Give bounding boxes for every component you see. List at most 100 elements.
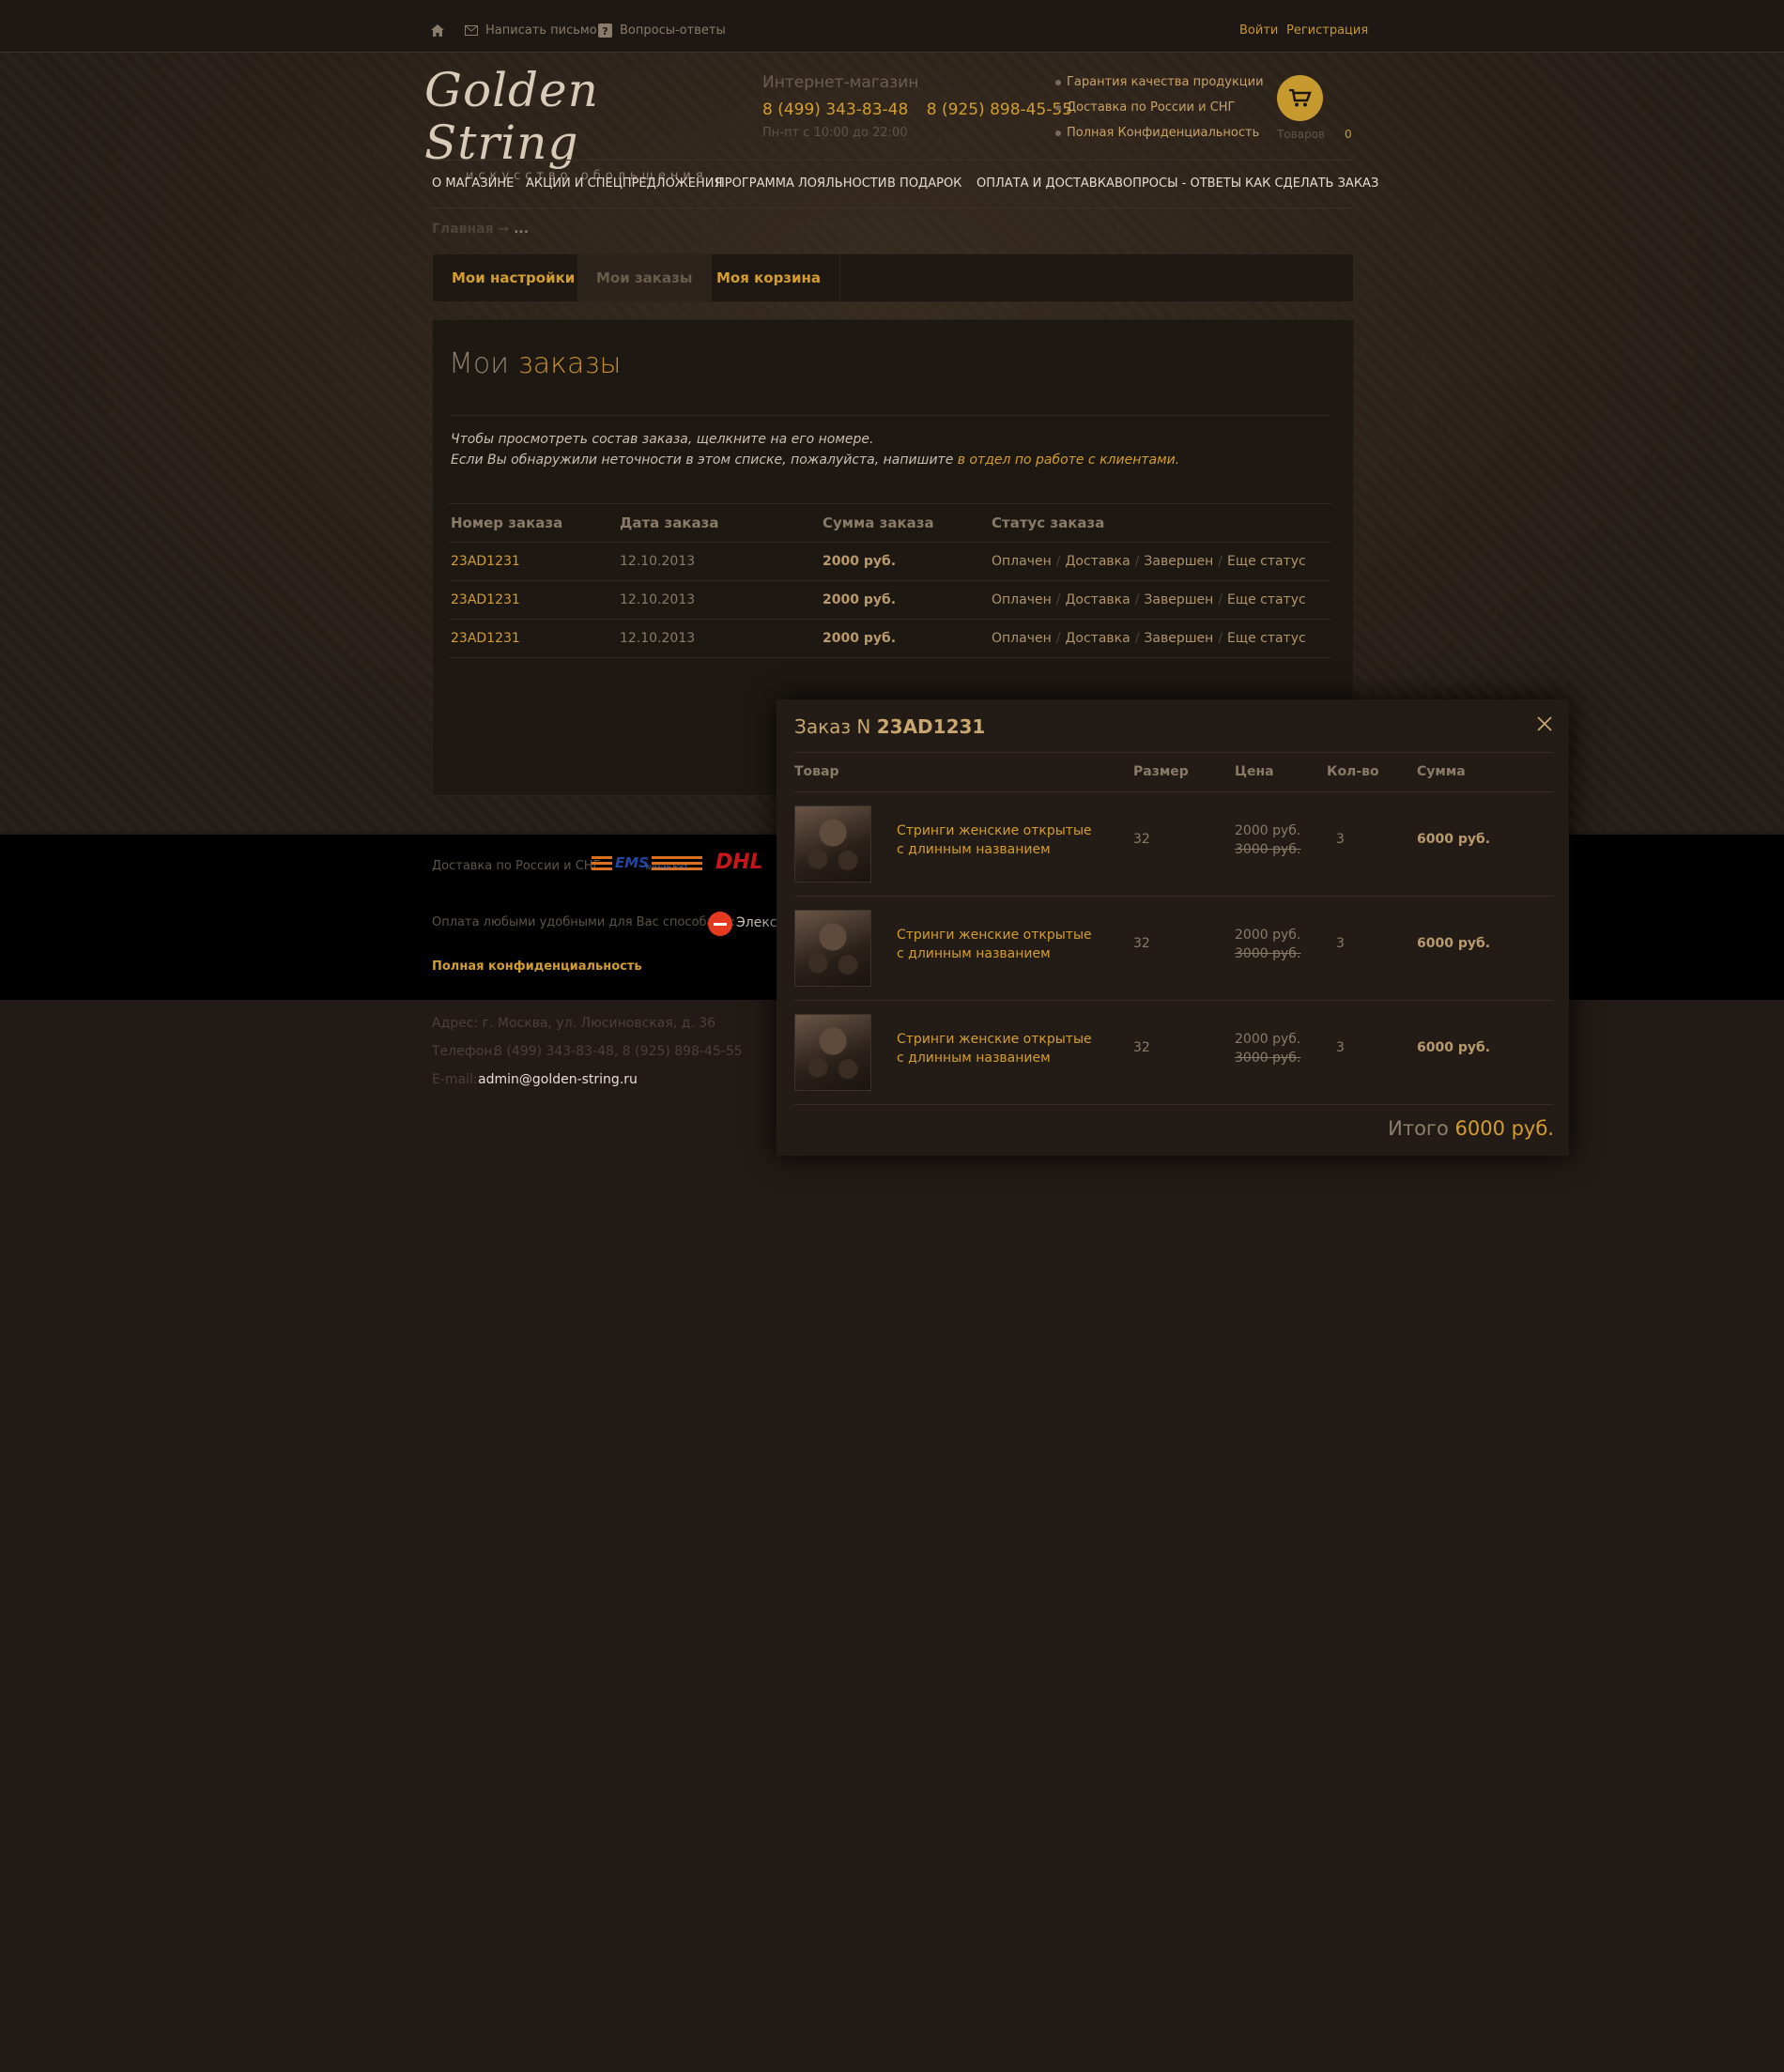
- order-total: Итого 6000 руб.: [1371, 1117, 1554, 1140]
- divider: [449, 503, 1331, 504]
- status-sep: /: [1218, 631, 1223, 646]
- nav-item-payment-delivery[interactable]: ОПЛАТА И ДОСТАВКА: [977, 177, 1115, 191]
- order-number-link[interactable]: 23AD1231: [451, 592, 520, 607]
- status-paid[interactable]: Оплачен: [992, 592, 1052, 607]
- order-sum: 2000 руб.: [823, 554, 897, 569]
- order-total-label: Итого: [1388, 1117, 1455, 1140]
- product-name-line: Стринги женские открытые: [897, 823, 1092, 838]
- guarantee-label: Доставка по России и СНГ: [1067, 100, 1236, 115]
- order-status: Оплачен / Доставка / Завершен / Еще статус: [992, 592, 1306, 607]
- order-date: 12.10.2013: [620, 631, 696, 646]
- status-sep: /: [1134, 631, 1140, 646]
- breadcrumb-current: ...: [514, 222, 530, 237]
- product-size: 32: [1133, 832, 1150, 847]
- column-header-price: Цена: [1235, 764, 1274, 779]
- breadcrumb-home[interactable]: Главная: [432, 222, 494, 237]
- order-number-link[interactable]: 23AD1231: [451, 631, 520, 646]
- status-delivery[interactable]: Доставка: [1065, 631, 1130, 646]
- footer-email-label: E-mail:: [432, 1072, 478, 1087]
- privacy-link[interactable]: Полная конфиденциальность: [432, 959, 642, 974]
- product-name-link[interactable]: Стринги женские открытые с длинным назва…: [897, 926, 1092, 963]
- orders-note: Если Вы обнаружили неточности в этом спи…: [451, 453, 1179, 468]
- phone-1: 8 (499) 343-83-48: [762, 100, 909, 119]
- status-completed[interactable]: Завершен: [1144, 554, 1213, 569]
- logo[interactable]: Golden String искусство обольщения: [424, 64, 725, 183]
- column-header-size: Размер: [1133, 764, 1189, 779]
- cart-count: 0: [1345, 128, 1352, 141]
- bullet-icon: [1055, 130, 1061, 136]
- product-size: 32: [1133, 1040, 1150, 1055]
- guarantee-label: Полная Конфиденциальность: [1067, 126, 1260, 140]
- modal-order-number: 23AD1231: [876, 715, 986, 738]
- column-header-product: Товар: [794, 764, 839, 779]
- breadcrumb: Главная → ...: [432, 222, 529, 237]
- status-sep: /: [1218, 554, 1223, 569]
- nav-item-loyalty[interactable]: ПРОГРАММА ЛОЯЛЬНОСТИ: [715, 177, 886, 191]
- status-completed[interactable]: Завершен: [1144, 592, 1213, 607]
- close-icon[interactable]: [1536, 715, 1553, 732]
- svg-text:?: ?: [602, 25, 607, 38]
- cart-icon: [1289, 89, 1312, 107]
- order-status: Оплачен / Доставка / Завершен / Еще статус: [992, 631, 1306, 646]
- register-link[interactable]: Регистрация: [1286, 23, 1368, 39]
- bullet-icon: [1055, 104, 1061, 111]
- product-thumbnail[interactable]: [794, 910, 871, 987]
- home-icon[interactable]: [431, 24, 444, 37]
- divider: [794, 896, 1553, 897]
- guarantee-label: Гарантия качества продукции: [1067, 75, 1264, 89]
- product-name-line: с длинным названием: [897, 842, 1051, 857]
- product-name-link[interactable]: Стринги женские открытые с длинным назва…: [897, 821, 1092, 859]
- product-thumbnail[interactable]: [794, 806, 871, 883]
- column-header-sum: Сумма: [1417, 764, 1466, 779]
- footer-phone: 8 (499) 343-83-48, 8 (925) 898-45-55: [494, 1044, 743, 1059]
- status-sep: /: [1055, 631, 1061, 646]
- nav-item-promotions[interactable]: АКЦИИ И СПЕЦПРЕДЛОЖЕНИЯ: [526, 177, 723, 191]
- main-nav: О МАГАЗИНЕ АКЦИИ И СПЕЦПРЕДЛОЖЕНИЯ ПРОГР…: [432, 160, 1378, 208]
- product-name-line: Стринги женские открытые: [897, 1032, 1092, 1047]
- footer-email-link[interactable]: admin@golden-string.ru: [478, 1072, 638, 1087]
- status-paid[interactable]: Оплачен: [992, 554, 1052, 569]
- order-number-link[interactable]: 23AD1231: [451, 554, 520, 569]
- product-thumbnail[interactable]: [794, 1014, 871, 1091]
- breadcrumb-sep: →: [493, 222, 515, 237]
- nav-item-gift[interactable]: В ПОДАРОК: [887, 177, 961, 191]
- divider: [449, 580, 1331, 581]
- working-hours: Пн-пт с 10:00 до 22:00: [762, 126, 908, 140]
- tab-cart[interactable]: Моя корзина: [698, 254, 841, 301]
- login-link[interactable]: Войти: [1239, 23, 1278, 39]
- product-name-link[interactable]: Стринги женские открытые с длинным назва…: [897, 1030, 1092, 1067]
- nav-item-faq[interactable]: ВОПРОСЫ - ОТВЕТЫ: [1115, 177, 1241, 191]
- price-current: 2000 руб.: [1235, 1032, 1301, 1047]
- order-date: 12.10.2013: [620, 592, 696, 607]
- nav-item-how-to-order[interactable]: КАК СДЕЛАТЬ ЗАКАЗ: [1245, 177, 1378, 191]
- tab-settings[interactable]: Мои настройки: [433, 254, 595, 301]
- cart-button[interactable]: [1277, 75, 1323, 121]
- column-header-order-status: Статус заказа: [992, 514, 1105, 531]
- price-old: 3000 руб.: [1235, 1051, 1301, 1066]
- question-icon: ?: [598, 23, 612, 38]
- status-other[interactable]: Еще статус: [1227, 554, 1306, 569]
- column-header-qty: Кол-во: [1327, 764, 1379, 779]
- product-sum: 6000 руб.: [1417, 936, 1491, 951]
- status-other[interactable]: Еще статус: [1227, 592, 1306, 607]
- write-letter-link[interactable]: Написать письмо: [485, 23, 597, 39]
- status-delivery[interactable]: Доставка: [1065, 592, 1130, 607]
- product-price: 2000 руб. 3000 руб.: [1235, 1030, 1300, 1067]
- column-header-order-sum: Сумма заказа: [823, 514, 934, 531]
- product-size: 32: [1133, 936, 1150, 951]
- payment-logo-bar: [714, 923, 727, 926]
- tab-orders[interactable]: Мои заказы: [577, 254, 713, 301]
- product-name-line: с длинным названием: [897, 946, 1051, 961]
- status-completed[interactable]: Завершен: [1144, 631, 1213, 646]
- status-delivery[interactable]: Доставка: [1065, 554, 1130, 569]
- status-other[interactable]: Еще статус: [1227, 631, 1306, 646]
- nav-item-about[interactable]: О МАГАЗИНЕ: [432, 177, 514, 191]
- payment-label: Оплата любыми удобными для Вас способами…: [432, 915, 736, 929]
- modal-title: Заказ N 23AD1231: [794, 715, 985, 738]
- account-tabs: Мои настройки Мои заказы Моя корзина: [432, 253, 1354, 302]
- status-paid[interactable]: Оплачен: [992, 631, 1052, 646]
- shop-label: Интернет-магазин: [762, 73, 919, 92]
- customer-service-link[interactable]: в отдел по работе с клиентами.: [958, 453, 1179, 468]
- top-bar: Написать письмо ? Вопросы-ответы Войти Р…: [0, 0, 1784, 53]
- faq-link[interactable]: Вопросы-ответы: [620, 23, 726, 39]
